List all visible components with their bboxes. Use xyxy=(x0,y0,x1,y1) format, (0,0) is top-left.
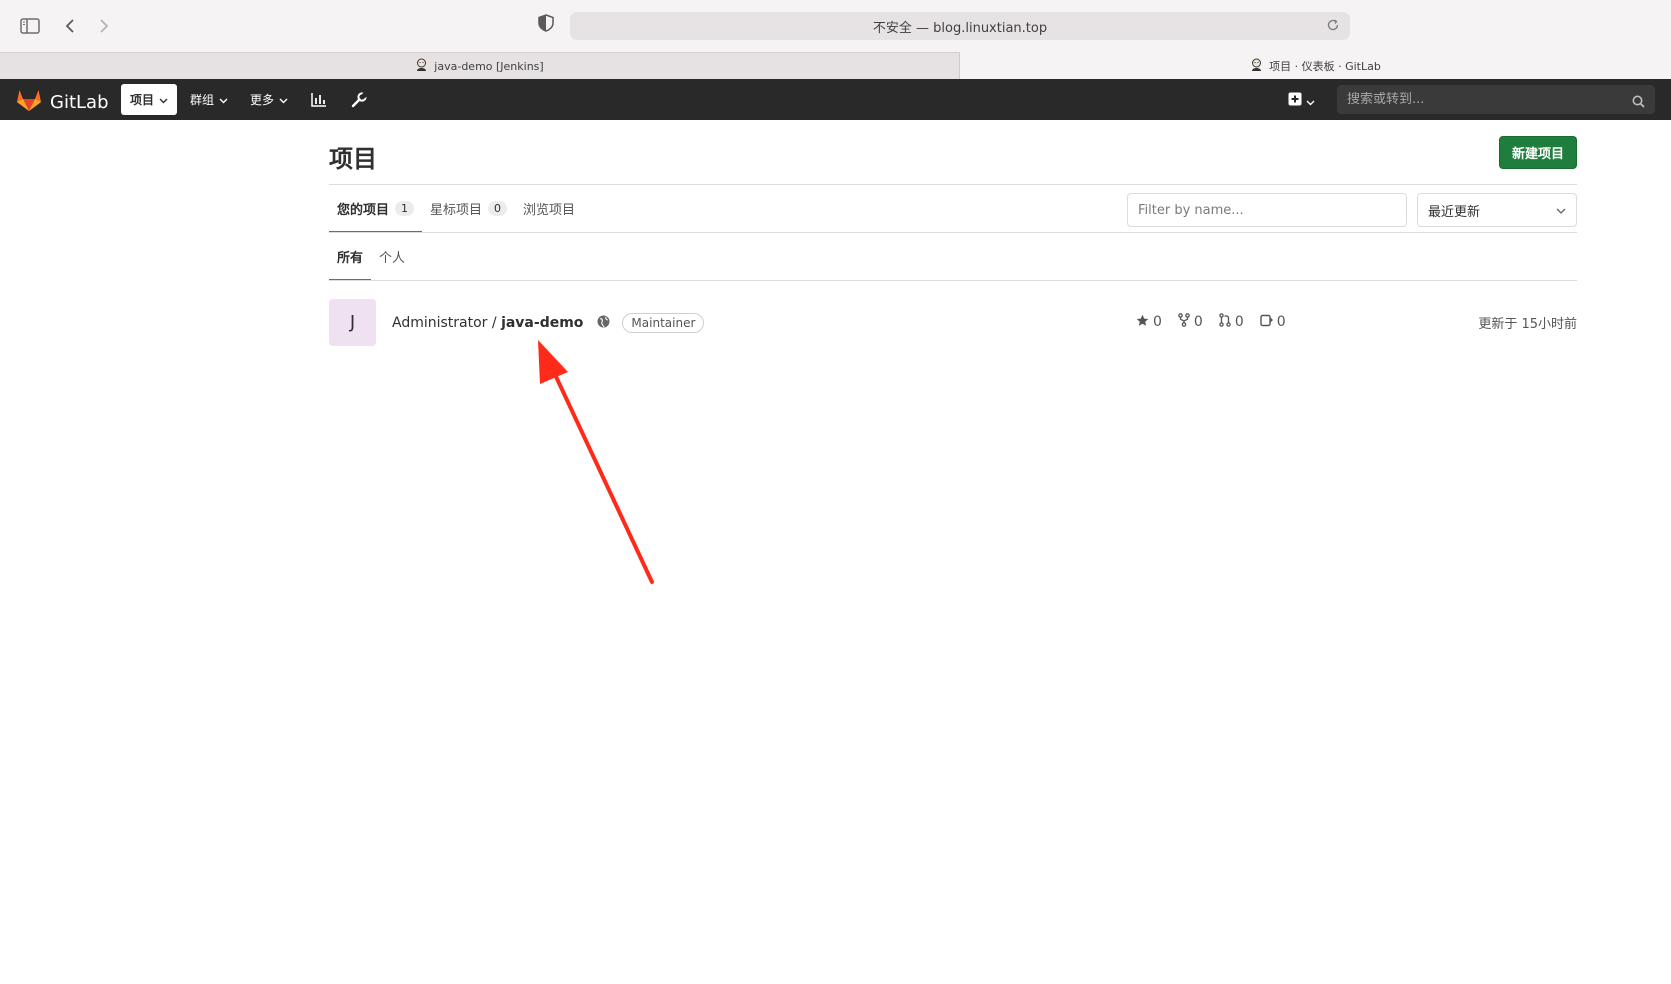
sort-value: 最近更新 xyxy=(1428,204,1481,220)
address-bar[interactable]: 不安全 — blog.linuxtian.top xyxy=(570,12,1350,40)
issues-icon xyxy=(1260,314,1273,331)
annotation-arrow xyxy=(538,340,654,584)
updated-time: 更新于 15小时前 xyxy=(1478,317,1577,332)
project-tabs: 您的项目 1 星标项目 0 浏览项目 xyxy=(329,184,583,233)
tab-explore-projects[interactable]: 浏览项目 xyxy=(515,184,583,232)
tab-label: java-demo [Jenkins] xyxy=(434,59,544,73)
tab-strip: java-demo [Jenkins] 项目 · 仪表板 · GitLab xyxy=(0,52,1671,79)
tab-all[interactable]: 所有 xyxy=(329,232,372,281)
chevron-down-icon xyxy=(219,93,228,107)
issues-count[interactable]: 0 xyxy=(1260,313,1286,331)
divider xyxy=(329,232,1577,233)
wrench-icon[interactable] xyxy=(341,84,377,115)
search-input[interactable] xyxy=(1347,92,1617,107)
stars-count[interactable]: 0 xyxy=(1136,313,1162,331)
fork-icon xyxy=(1178,313,1190,331)
privacy-shield-icon[interactable] xyxy=(538,14,554,36)
role-badge: Maintainer xyxy=(622,313,705,333)
merge-request-icon xyxy=(1219,313,1231,331)
browser-toolbar: 不安全 — blog.linuxtian.top xyxy=(0,0,1671,52)
new-project-button[interactable]: 新建项目 xyxy=(1498,136,1577,169)
tab-your-projects[interactable]: 您的项目 1 xyxy=(329,184,423,233)
chevron-down-icon xyxy=(1556,203,1566,218)
tab-label: 所有 xyxy=(337,250,364,266)
chevron-down-icon xyxy=(1306,91,1315,110)
jenkins-icon xyxy=(415,58,428,74)
page-title: 项目 xyxy=(329,145,377,173)
nav-menu: 项目 群组 更多 xyxy=(121,84,377,115)
tab-jenkins[interactable]: java-demo [Jenkins] xyxy=(0,52,960,79)
star-icon xyxy=(1136,314,1149,331)
tab-label: 您的项目 xyxy=(337,202,390,218)
project-title: Administrator / java-demo Maintainer xyxy=(392,313,705,333)
project-row: J Administrator / java-demo Maintainer 0… xyxy=(329,299,1577,347)
url-text: 不安全 — blog.linuxtian.top xyxy=(872,20,1048,36)
sidebar-toggle-icon[interactable] xyxy=(17,13,43,39)
tanuki-icon xyxy=(16,88,42,117)
nav-item-label: 项目 xyxy=(130,93,155,107)
divider xyxy=(329,280,1577,281)
back-icon[interactable] xyxy=(57,13,83,39)
merge-requests-count[interactable]: 0 xyxy=(1219,313,1244,331)
nav-groups-dropdown[interactable]: 群组 xyxy=(181,84,237,115)
nav-item-label: 更多 xyxy=(250,93,275,107)
stat-value: 0 xyxy=(1153,314,1162,330)
forward-icon[interactable] xyxy=(91,13,117,39)
chart-icon[interactable] xyxy=(301,84,337,115)
plus-square-icon xyxy=(1288,91,1302,110)
reload-icon[interactable] xyxy=(1326,18,1340,36)
brand-name: GitLab xyxy=(50,92,109,113)
forks-count[interactable]: 0 xyxy=(1178,313,1203,331)
stat-value: 0 xyxy=(1276,314,1286,330)
globe-icon xyxy=(597,315,610,332)
project-filter-tabs: 所有 个人 xyxy=(329,232,413,281)
gitlab-logo[interactable]: GitLab xyxy=(16,88,109,117)
jenkins-icon xyxy=(1250,58,1263,74)
tab-label: 个人 xyxy=(379,250,406,266)
project-name: java-demo xyxy=(501,315,584,331)
chevron-down-icon xyxy=(159,93,168,107)
stat-value: 0 xyxy=(1193,314,1203,330)
tab-personal[interactable]: 个人 xyxy=(371,232,413,280)
nav-more-dropdown[interactable]: 更多 xyxy=(241,84,297,115)
project-avatar[interactable]: J xyxy=(329,299,376,346)
gitlab-navbar: GitLab 项目 群组 更多 xyxy=(0,79,1671,120)
sort-dropdown[interactable]: 最近更新 xyxy=(1417,193,1577,227)
count-badge: 0 xyxy=(488,200,508,216)
tab-gitlab[interactable]: 项目 · 仪表板 · GitLab xyxy=(960,52,1671,79)
tab-label: 项目 · 仪表板 · GitLab xyxy=(1269,59,1381,73)
tab-starred-projects[interactable]: 星标项目 0 xyxy=(422,184,515,232)
nav-projects-dropdown[interactable]: 项目 xyxy=(121,84,178,115)
search-icon xyxy=(1632,93,1645,112)
filter-by-name-input[interactable] xyxy=(1127,193,1407,227)
project-link[interactable]: Administrator / java-demo xyxy=(392,315,583,331)
project-namespace: Administrator / xyxy=(392,315,502,331)
project-stats: 0 0 0 0 xyxy=(1136,313,1286,331)
chevron-down-icon xyxy=(279,93,288,107)
count-badge: 1 xyxy=(395,200,415,216)
nav-item-label: 群组 xyxy=(190,93,215,107)
tab-label: 星标项目 xyxy=(430,202,483,218)
global-search[interactable] xyxy=(1337,85,1655,114)
tab-label: 浏览项目 xyxy=(523,202,576,218)
new-dropdown[interactable] xyxy=(1288,91,1315,110)
stat-value: 0 xyxy=(1234,314,1244,330)
